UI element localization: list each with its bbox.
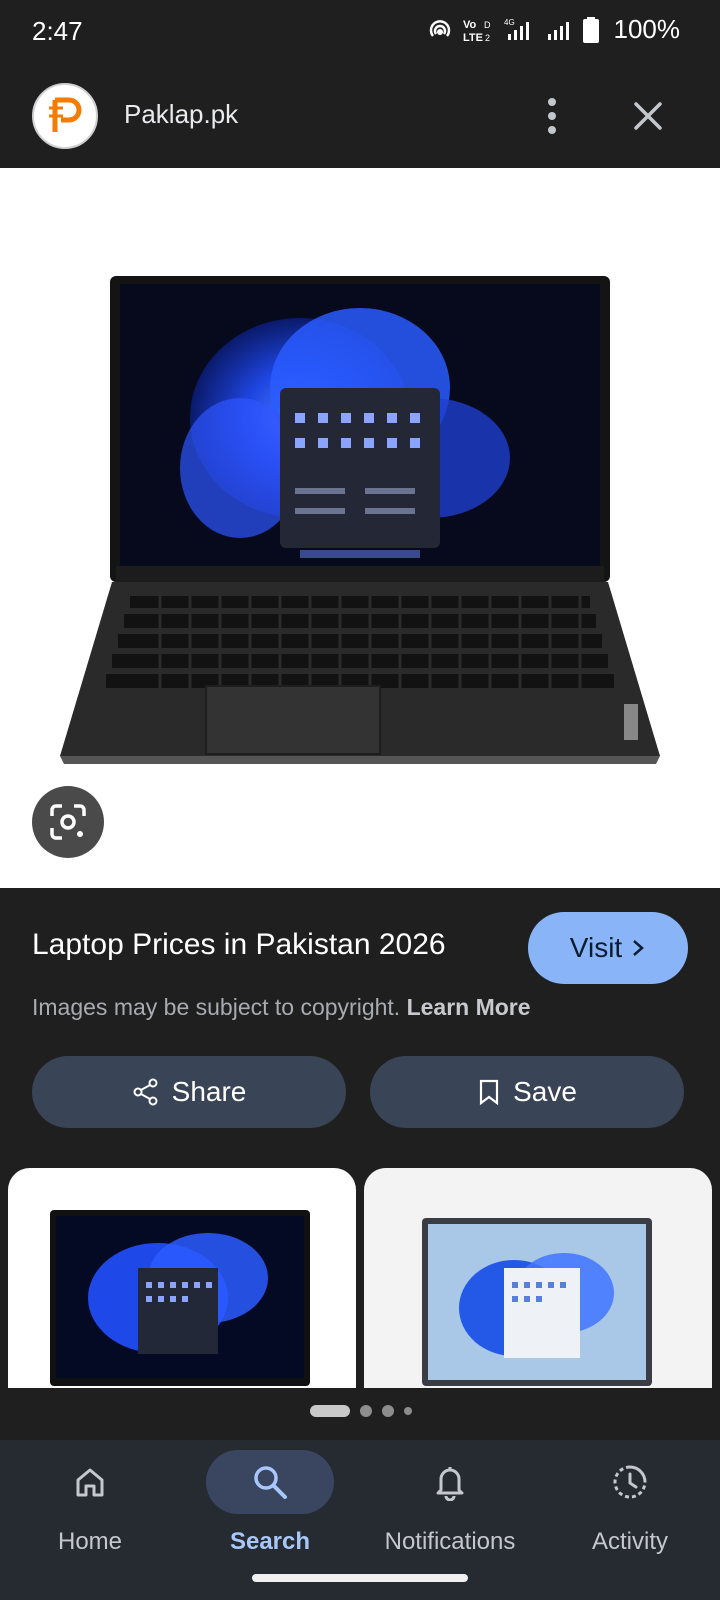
site-logo[interactable] bbox=[32, 83, 98, 149]
related-image-card[interactable] bbox=[364, 1168, 712, 1388]
visit-button[interactable]: Visit bbox=[528, 912, 688, 984]
nav-label: Notifications bbox=[384, 1528, 516, 1555]
status-icons: Vo LTE D 2 4G 100% bbox=[426, 14, 681, 45]
nav-icon-container bbox=[206, 1450, 334, 1514]
related-laptop-image bbox=[422, 1218, 652, 1386]
battery-percent: 100% bbox=[613, 14, 681, 44]
related-laptop-image bbox=[50, 1210, 310, 1386]
search-icon bbox=[254, 1466, 287, 1499]
result-title[interactable]: Laptop Prices in Pakistan 2026 bbox=[32, 928, 446, 962]
nav-label: Activity bbox=[591, 1528, 668, 1555]
save-button[interactable]: Save bbox=[370, 1056, 684, 1128]
svg-text:4G: 4G bbox=[504, 18, 515, 27]
nav-icon-container bbox=[566, 1450, 694, 1514]
site-name[interactable]: Paklap.pk bbox=[124, 99, 238, 130]
hotspot-icon bbox=[429, 19, 450, 37]
signal-icon: 4G bbox=[504, 18, 529, 40]
learn-more-link[interactable]: Learn More bbox=[407, 994, 531, 1020]
nav-item-search[interactable]: Search bbox=[180, 1440, 360, 1570]
carousel-pager bbox=[310, 1405, 412, 1417]
nav-item-home[interactable]: Home bbox=[0, 1440, 180, 1570]
visit-label: Visit bbox=[569, 932, 623, 963]
status-bar: 2:47 Vo LTE D 2 4G 100% bbox=[0, 0, 720, 66]
nav-label: Home bbox=[57, 1528, 123, 1555]
lens-button[interactable] bbox=[32, 786, 104, 858]
share-label: Share bbox=[171, 1076, 247, 1107]
nav-icon-container bbox=[26, 1450, 154, 1514]
share-button[interactable]: Share bbox=[32, 1056, 346, 1128]
signal-icon bbox=[547, 21, 569, 40]
site-header: Paklap.pk bbox=[0, 66, 720, 168]
more-vert-icon[interactable] bbox=[538, 96, 566, 136]
pager-dot bbox=[382, 1405, 394, 1417]
nav-icon-container bbox=[386, 1450, 514, 1514]
svg-text:D: D bbox=[484, 20, 491, 30]
volte-icon: Vo LTE D 2 bbox=[463, 19, 491, 44]
pager-dot-active bbox=[310, 1405, 350, 1417]
nav-item-notifications[interactable]: Notifications bbox=[360, 1440, 540, 1570]
google-lens-icon bbox=[50, 804, 86, 840]
save-label: Save bbox=[513, 1076, 577, 1107]
gesture-handle[interactable] bbox=[252, 1574, 468, 1582]
chevron-right-icon bbox=[633, 940, 645, 956]
bookmark-icon bbox=[479, 1079, 499, 1106]
home-icon bbox=[76, 1468, 104, 1497]
related-image-card[interactable] bbox=[8, 1168, 356, 1388]
laptop-image bbox=[60, 276, 660, 764]
paklap-logo-icon bbox=[49, 97, 82, 132]
bell-icon bbox=[436, 1467, 464, 1501]
nav-label: Search bbox=[229, 1528, 311, 1555]
status-time: 2:47 bbox=[32, 16, 83, 46]
pager-dot bbox=[360, 1405, 372, 1417]
battery-icon bbox=[582, 16, 599, 43]
svg-text:2: 2 bbox=[485, 33, 490, 43]
result-image[interactable] bbox=[0, 168, 720, 888]
copyright-text: Images may be subject to copyright. bbox=[32, 994, 401, 1020]
svg-text:Vo: Vo bbox=[463, 19, 477, 31]
pager-dot bbox=[404, 1407, 412, 1415]
svg-text:LTE: LTE bbox=[463, 32, 483, 44]
share-icon bbox=[133, 1078, 158, 1106]
copyright-notice: Images may be subject to copyright. Lear… bbox=[32, 994, 531, 1021]
nav-item-activity[interactable]: Activity bbox=[540, 1440, 720, 1570]
activity-icon bbox=[613, 1465, 647, 1499]
close-icon[interactable] bbox=[628, 96, 668, 136]
